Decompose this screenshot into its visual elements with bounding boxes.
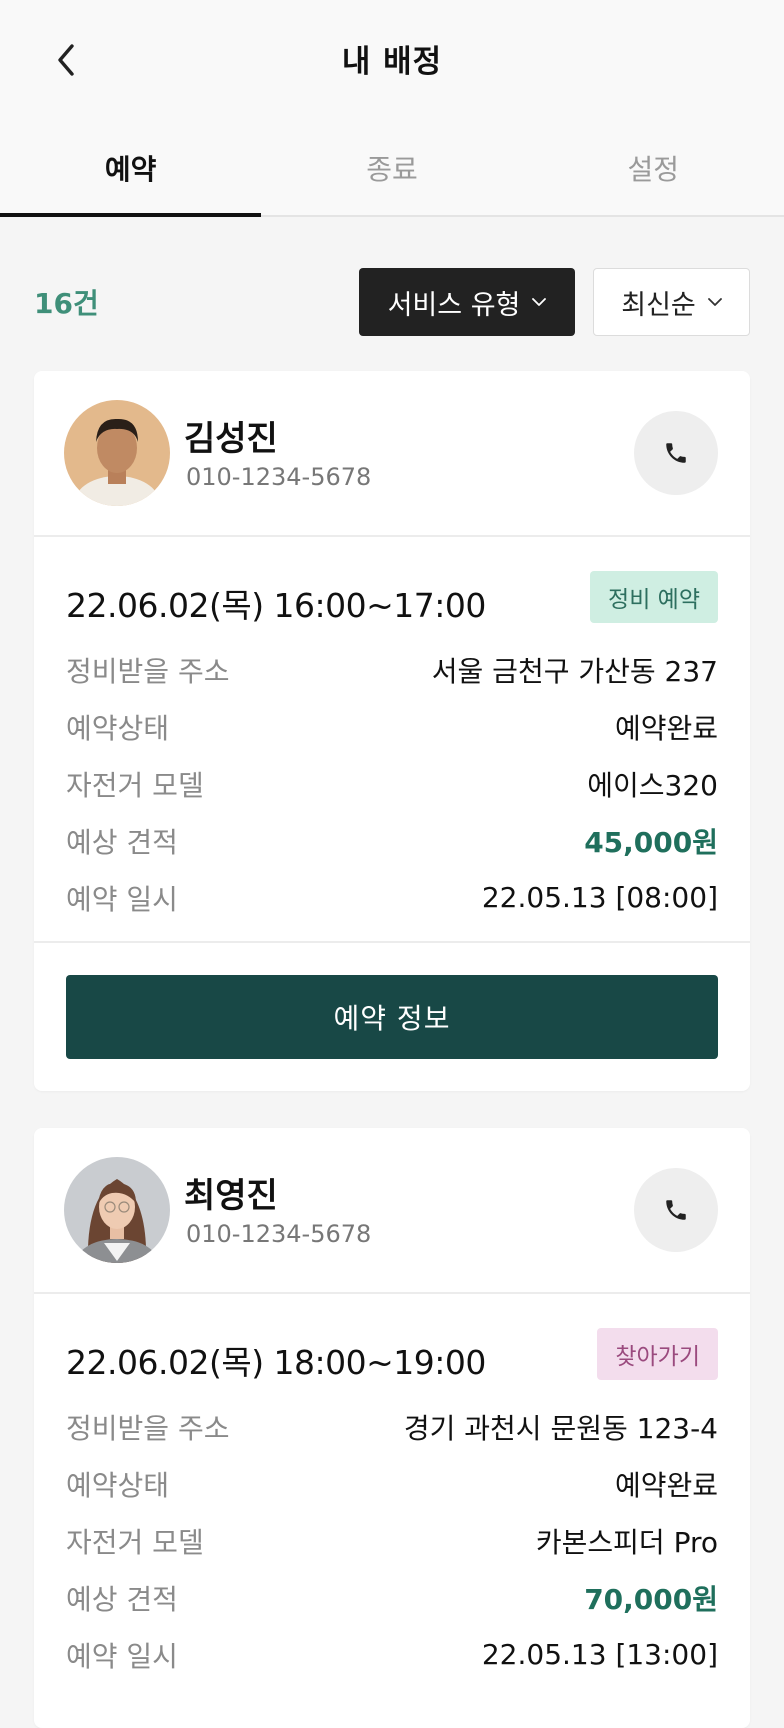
detail-row-model: 자전거 모델 카본스피더 Pro bbox=[66, 1512, 718, 1569]
tab-completed[interactable]: 종료 bbox=[261, 120, 522, 215]
reservation-card: 김성진 010-1234-5678 22.06.02(목) 16:00~17:0… bbox=[34, 371, 750, 1091]
address-value: 서울 금천구 가산동 237 bbox=[431, 654, 718, 688]
service-badge: 정비 예약 bbox=[590, 571, 718, 623]
customer-header: 최영진 010-1234-5678 bbox=[34, 1128, 750, 1294]
customer-header: 김성진 010-1234-5678 bbox=[34, 371, 750, 537]
detail-row-status: 예약상태 예약완료 bbox=[66, 698, 718, 755]
customer-name: 최영진 bbox=[184, 1176, 278, 1216]
reservation-details: 22.06.02(목) 16:00~17:00 정비 예약 정비받을 주소 서울… bbox=[34, 537, 750, 941]
model-value: 카본스피더 Pro bbox=[535, 1525, 718, 1559]
detail-row-status: 예약상태 예약완료 bbox=[66, 1455, 718, 1512]
reservation-info-button[interactable]: 예약 정보 bbox=[66, 975, 718, 1059]
customer-phone: 010-1234-5678 bbox=[186, 1220, 372, 1248]
customer-name: 김성진 bbox=[184, 419, 278, 459]
address-label: 정비받을 주소 bbox=[66, 1411, 230, 1445]
address-label: 정비받을 주소 bbox=[66, 654, 230, 688]
phone-icon bbox=[666, 1200, 686, 1220]
estimate-value: 70,000원 bbox=[584, 1582, 718, 1616]
estimate-value: 45,000원 bbox=[584, 825, 718, 859]
reserved-at-value: 22.05.13 [08:00] bbox=[481, 881, 718, 914]
avatar bbox=[64, 400, 170, 506]
detail-row-address: 정비받을 주소 경기 과천시 문원동 123-4 bbox=[66, 1398, 718, 1455]
detail-row-address: 정비받을 주소 서울 금천구 가산동 237 bbox=[66, 641, 718, 698]
page-title: 내 배정 bbox=[341, 44, 443, 80]
phone-icon bbox=[666, 443, 686, 463]
service-type-label: 서비스 유형 bbox=[387, 289, 521, 321]
top-app-bar: 내 배정 bbox=[0, 0, 784, 120]
call-button[interactable] bbox=[634, 1168, 718, 1252]
status-label: 예약상태 bbox=[66, 711, 170, 745]
model-value: 에이스320 bbox=[587, 768, 718, 802]
detail-row-estimate: 예상 견적 45,000원 bbox=[66, 812, 718, 869]
service-type-dropdown[interactable]: 서비스 유형 bbox=[359, 268, 575, 336]
reservation-card: 최영진 010-1234-5678 22.06.02(목) 18:00~19:0… bbox=[34, 1128, 750, 1728]
chevron-down-icon bbox=[532, 297, 547, 306]
address-value: 경기 과천시 문원동 123-4 bbox=[403, 1411, 718, 1445]
reserved-at-label: 예약 일시 bbox=[66, 1639, 178, 1673]
customer-phone: 010-1234-5678 bbox=[186, 463, 372, 491]
reservation-details: 22.06.02(목) 18:00~19:00 찾아가기 정비받을 주소 경기 … bbox=[34, 1294, 750, 1698]
tab-reservations[interactable]: 예약 bbox=[0, 120, 262, 217]
sort-label: 최신순 bbox=[621, 289, 696, 321]
card-footer: 예약 정보 bbox=[34, 941, 750, 1091]
status-label: 예약상태 bbox=[66, 1468, 170, 1502]
detail-row-model: 자전거 모델 에이스320 bbox=[66, 755, 718, 812]
reservation-datetime: 22.06.02(목) 18:00~19:00 bbox=[66, 1343, 486, 1382]
result-count: 16건 bbox=[34, 287, 99, 320]
model-label: 자전거 모델 bbox=[66, 768, 204, 802]
estimate-label: 예상 견적 bbox=[66, 1582, 178, 1616]
call-button[interactable] bbox=[634, 411, 718, 495]
model-label: 자전거 모델 bbox=[66, 1525, 204, 1559]
reserved-at-label: 예약 일시 bbox=[66, 882, 178, 916]
reservation-datetime: 22.06.02(목) 16:00~17:00 bbox=[66, 586, 486, 625]
avatar bbox=[64, 1157, 170, 1263]
sort-dropdown[interactable]: 최신순 bbox=[593, 268, 750, 336]
chevron-down-icon bbox=[707, 297, 722, 306]
reserved-at-value: 22.05.13 [13:00] bbox=[481, 1638, 718, 1671]
status-value: 예약완료 bbox=[614, 1468, 718, 1502]
tab-settings[interactable]: 설정 bbox=[523, 120, 784, 215]
status-value: 예약완료 bbox=[614, 711, 718, 745]
detail-row-reserved-at: 예약 일시 22.05.13 [08:00] bbox=[66, 869, 718, 926]
detail-row-estimate: 예상 견적 70,000원 bbox=[66, 1569, 718, 1626]
service-badge: 찾아가기 bbox=[597, 1328, 718, 1380]
tab-bar: 예약 종료 설정 bbox=[0, 120, 784, 217]
estimate-label: 예상 견적 bbox=[66, 825, 178, 859]
detail-row-reserved-at: 예약 일시 22.05.13 [13:00] bbox=[66, 1626, 718, 1683]
